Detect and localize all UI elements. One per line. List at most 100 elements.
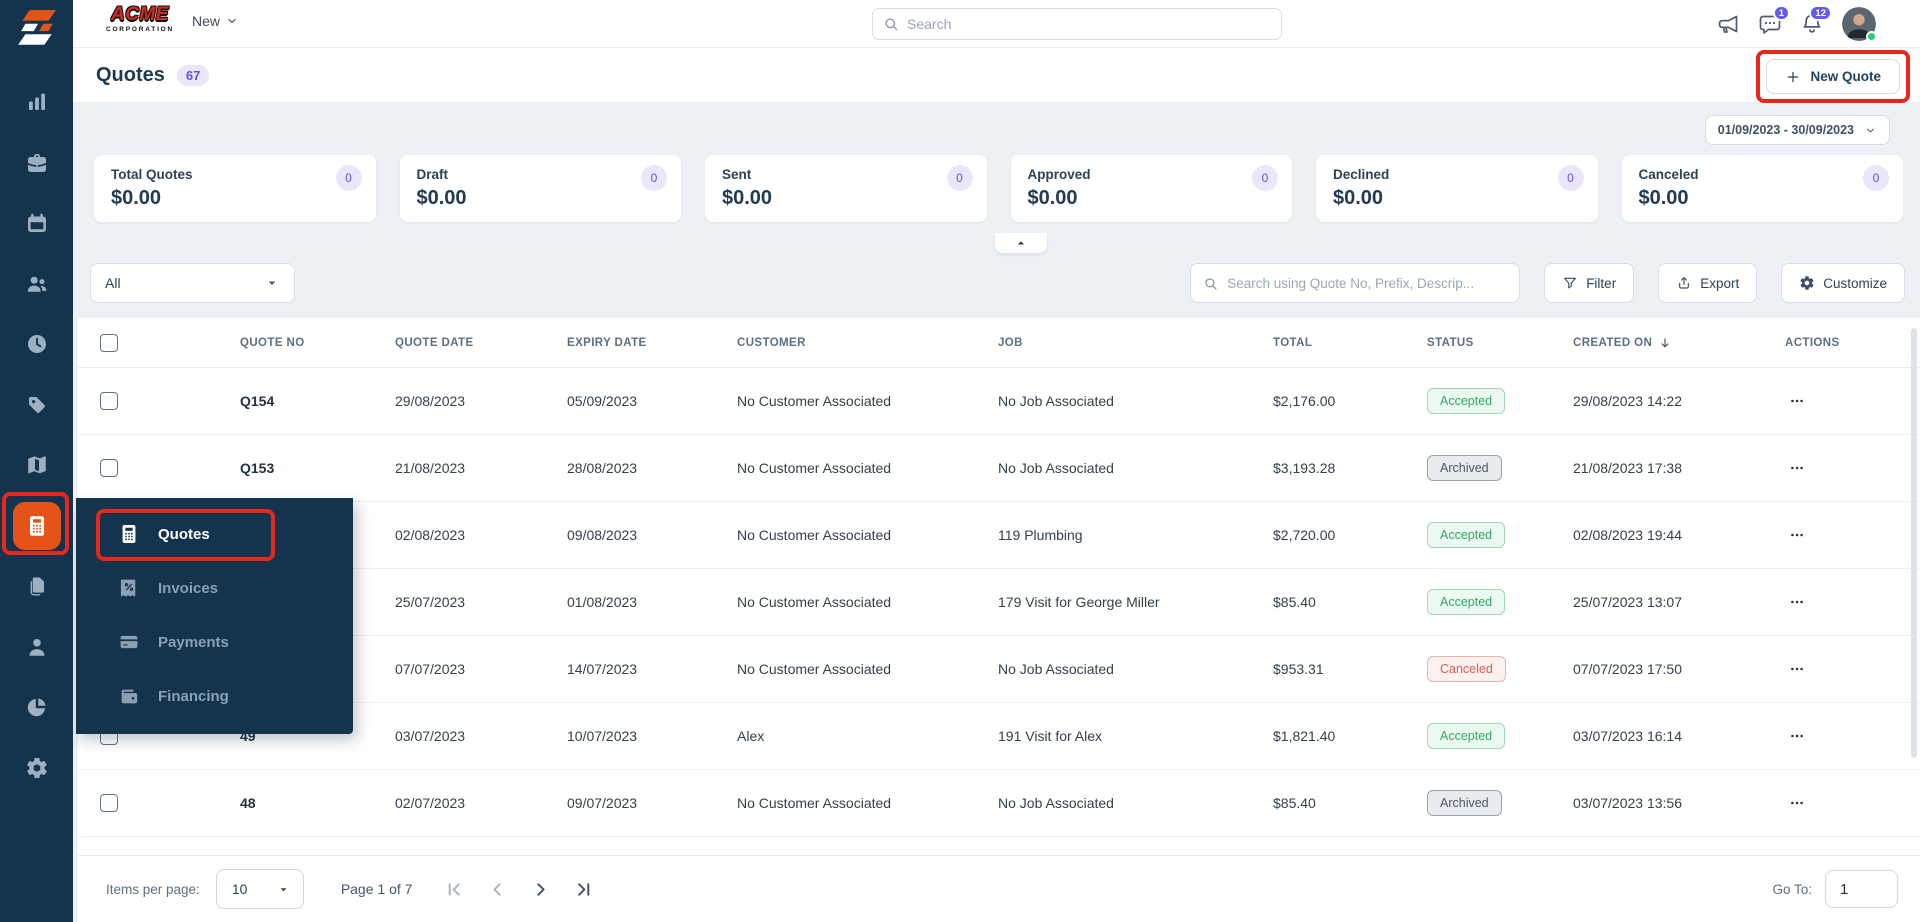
export-button[interactable]: Export <box>1658 263 1758 303</box>
row-actions-button[interactable] <box>1787 525 1807 545</box>
goto-page-input[interactable] <box>1825 870 1898 908</box>
items-per-page-select[interactable]: 10 <box>215 869 304 909</box>
quote-date-cell: 25/07/2023 <box>395 594 466 610</box>
customize-button[interactable]: Customize <box>1781 263 1905 303</box>
column-header-quote-date[interactable]: QUOTE DATE <box>395 337 567 349</box>
expiry-date-cell: 09/08/2023 <box>567 527 638 543</box>
column-header-created-on[interactable]: CREATED ON <box>1573 336 1785 350</box>
customer-cell: No Customer Associated <box>737 661 892 677</box>
column-header-expiry-date[interactable]: EXPIRY DATE <box>567 337 737 349</box>
total-cell: $85.40 <box>1273 594 1316 610</box>
quote-date-cell: 21/08/2023 <box>395 460 466 476</box>
previous-page-button[interactable] <box>487 879 508 900</box>
select-all-checkbox[interactable] <box>100 333 118 352</box>
sidebar-item-jobs[interactable] <box>13 139 61 187</box>
column-header-customer[interactable]: CUSTOMER <box>737 337 998 349</box>
table-row[interactable]: 25/07/2023 01/08/2023 No Customer Associ… <box>78 569 1920 636</box>
expiry-date-cell: 09/07/2023 <box>567 795 638 811</box>
quote-search-input[interactable] <box>1227 275 1508 291</box>
row-actions-button[interactable] <box>1787 458 1807 478</box>
chat-button[interactable]: 1 <box>1758 5 1790 36</box>
stats-row: Total Quotes $0.00 0 Draft $0.00 0 Sent … <box>94 155 1903 222</box>
quote-search[interactable] <box>1190 263 1521 303</box>
sidebar-item-map[interactable] <box>13 441 61 489</box>
table-row[interactable]: 48 02/07/2023 09/07/2023 No Customer Ass… <box>78 770 1920 837</box>
sidebar-item-documents[interactable] <box>13 562 61 610</box>
expiry-date-cell: 28/08/2023 <box>567 460 638 476</box>
stat-card[interactable]: Sent $0.00 0 <box>705 155 987 222</box>
quote-date-cell: 02/07/2023 <box>395 795 466 811</box>
row-actions-button[interactable] <box>1787 391 1807 411</box>
flyout-item-financing[interactable]: Financing <box>76 669 353 723</box>
avatar[interactable] <box>1842 7 1877 42</box>
new-menu-dropdown[interactable]: New <box>192 13 239 29</box>
flyout-item-payments[interactable]: Payments <box>76 615 353 669</box>
quote-type-select[interactable]: All <box>90 263 295 303</box>
stat-card[interactable]: Approved $0.00 0 <box>1010 155 1292 222</box>
sidebar-item-schedule[interactable] <box>13 199 61 247</box>
sidebar-item-analytics[interactable] <box>13 78 61 126</box>
expiry-date-cell: 05/09/2023 <box>567 393 638 409</box>
row-actions-button[interactable] <box>1787 726 1807 746</box>
table-row[interactable]: 07/07/2023 14/07/2023 No Customer Associ… <box>78 636 1920 703</box>
next-page-button[interactable] <box>530 879 551 900</box>
items-per-page-label: Items per page: <box>106 881 200 897</box>
new-quote-button[interactable]: New Quote <box>1766 59 1900 94</box>
row-actions-button[interactable] <box>1787 592 1807 612</box>
row-actions-button[interactable] <box>1787 659 1807 679</box>
stat-card[interactable]: Declined $0.00 0 <box>1316 155 1598 222</box>
collapse-stats-button[interactable] <box>995 233 1047 253</box>
job-cell: 119 Plumbing <box>998 527 1083 543</box>
row-checkbox[interactable] <box>100 392 118 410</box>
date-range-filter[interactable]: 01/09/2023 - 30/09/2023 <box>1704 115 1890 145</box>
column-header-job[interactable]: JOB <box>998 337 1273 349</box>
page-title: Quotes 67 <box>96 64 210 87</box>
row-checkbox[interactable] <box>100 459 118 477</box>
global-search[interactable] <box>872 8 1282 40</box>
sidebar-item-customer[interactable] <box>13 623 61 671</box>
table-row[interactable]: Q154 29/08/2023 05/09/2023 No Customer A… <box>78 368 1920 435</box>
notifications-button[interactable]: 12 <box>1800 5 1832 36</box>
status-badge: Canceled <box>1427 656 1506 682</box>
table-row[interactable]: 02/08/2023 09/08/2023 No Customer Associ… <box>78 502 1920 569</box>
column-header-total[interactable]: TOTAL <box>1273 337 1427 349</box>
filter-button[interactable]: Filter <box>1544 263 1635 303</box>
status-badge: Accepted <box>1427 522 1506 548</box>
stat-card[interactable]: Canceled $0.00 0 <box>1621 155 1903 222</box>
sidebar-item-quotes[interactable] <box>12 501 61 550</box>
global-search-input[interactable] <box>907 16 1271 32</box>
total-cell: $2,176.00 <box>1273 393 1336 409</box>
row-actions-button[interactable] <box>1787 793 1807 813</box>
sidebar-item-team[interactable] <box>13 260 61 308</box>
topbar-actions: 1 12 <box>1716 0 1877 48</box>
gear-icon <box>25 756 49 780</box>
stat-card[interactable]: Total Quotes $0.00 0 <box>94 155 376 222</box>
total-cell: $3,193.28 <box>1273 460 1336 476</box>
flyout-item-quotes[interactable]: Quotes <box>76 507 353 561</box>
row-checkbox[interactable] <box>100 794 118 812</box>
card-icon <box>118 631 140 653</box>
stat-count-badge: 0 <box>946 165 973 191</box>
customer-cell: No Customer Associated <box>737 527 892 543</box>
pie-chart-icon <box>25 695 49 719</box>
sidebar-item-reports[interactable] <box>13 683 61 731</box>
sidebar-item-settings[interactable] <box>13 744 61 792</box>
column-header-status[interactable]: STATUS <box>1427 337 1573 349</box>
customer-cell: No Customer Associated <box>737 594 892 610</box>
chevron-down-icon <box>1864 124 1877 137</box>
bar-chart-icon <box>25 90 49 114</box>
table-row[interactable]: Q153 21/08/2023 28/08/2023 No Customer A… <box>78 435 1920 502</box>
stat-card[interactable]: Draft $0.00 0 <box>399 155 681 222</box>
column-header-quote-no[interactable]: QUOTE NO <box>240 337 395 349</box>
sidebar-item-tags[interactable] <box>13 381 61 429</box>
calculator-icon <box>118 523 140 545</box>
first-page-button[interactable] <box>444 879 465 900</box>
last-page-button[interactable] <box>573 879 594 900</box>
flyout-item-invoices[interactable]: Invoices <box>76 561 353 615</box>
sidebar-item-timesheets[interactable] <box>13 320 61 368</box>
stat-count-badge: 0 <box>1863 165 1889 191</box>
quote-date-cell: 02/08/2023 <box>395 527 466 543</box>
table-row[interactable]: 49 03/07/2023 10/07/2023 Alex 191 Visit … <box>78 703 1920 770</box>
vertical-scrollbar[interactable] <box>1911 328 1917 758</box>
announcements-icon[interactable] <box>1716 12 1740 36</box>
